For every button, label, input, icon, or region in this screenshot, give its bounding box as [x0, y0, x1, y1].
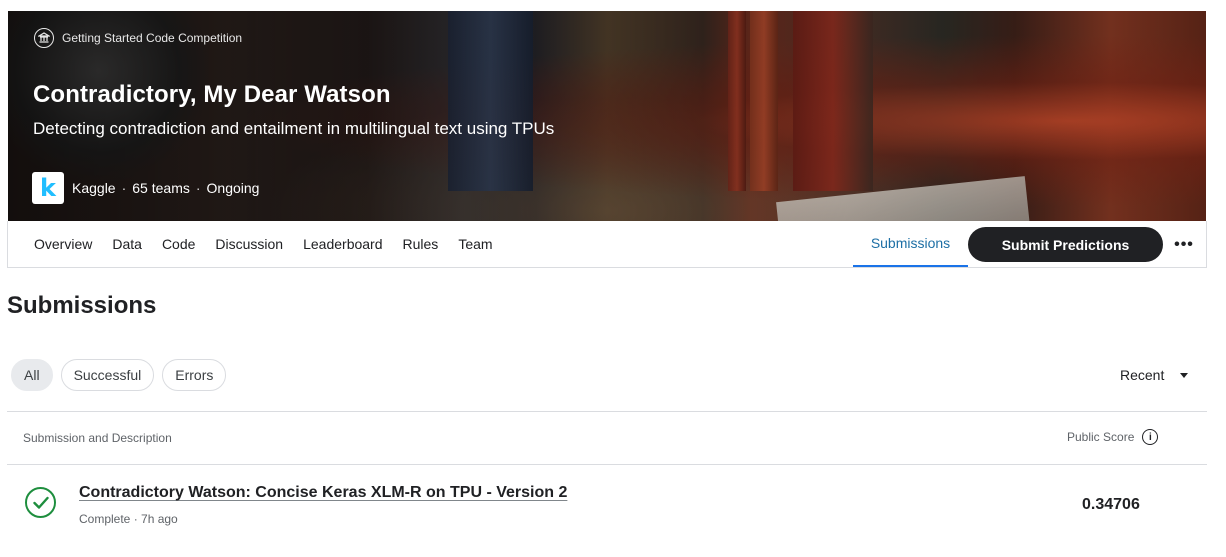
page-title: Submissions — [7, 292, 157, 319]
divider — [7, 464, 1207, 465]
tab-rules[interactable]: Rules — [403, 236, 439, 252]
info-icon[interactable]: i — [1142, 429, 1159, 445]
host-info: k Kaggle · 65 teams · Ongoing — [32, 172, 259, 204]
submission-meta: Complete · 7h ago — [79, 512, 178, 526]
column-header-submission: Submission and Description — [23, 431, 172, 445]
competition-title: Contradictory, My Dear Watson — [33, 81, 391, 108]
filter-successful[interactable]: Successful — [60, 359, 155, 391]
competition-header: Getting Started Code Competition Contrad… — [8, 11, 1206, 221]
column-header-score: Public Score i — [1067, 429, 1159, 445]
status-filters: All Successful Errors — [11, 359, 227, 391]
column-header-score-label: Public Score — [1067, 430, 1135, 444]
institution-icon — [34, 28, 54, 48]
sort-label: Recent — [1120, 367, 1165, 383]
competition-nav: Overview Data Code Discussion Leaderboar… — [7, 221, 1207, 268]
team-count: 65 teams — [132, 180, 190, 196]
sort-dropdown[interactable]: Recent — [1120, 367, 1189, 383]
submission-title-link[interactable]: Contradictory Watson: Concise Keras XLM-… — [79, 484, 567, 502]
tab-leaderboard[interactable]: Leaderboard — [303, 236, 382, 252]
tab-team[interactable]: Team — [458, 236, 492, 252]
separator-dot: · — [121, 180, 127, 196]
competition-subtitle: Detecting contradiction and entailment i… — [33, 119, 555, 138]
tab-data[interactable]: Data — [112, 236, 142, 252]
check-circle-icon — [25, 487, 56, 518]
submit-predictions-button[interactable]: Submit Predictions — [968, 227, 1163, 262]
tab-submissions[interactable]: Submissions — [853, 221, 968, 267]
competition-status: Ongoing — [206, 180, 260, 196]
competition-type-label: Getting Started Code Competition — [62, 31, 243, 45]
tab-overview[interactable]: Overview — [34, 236, 92, 252]
divider — [7, 411, 1207, 412]
kaggle-logo[interactable]: k — [32, 172, 64, 204]
host-name[interactable]: Kaggle — [72, 180, 116, 196]
caret-down-icon — [1180, 372, 1189, 378]
filter-all[interactable]: All — [11, 359, 53, 391]
tab-code[interactable]: Code — [162, 236, 195, 252]
more-options-icon[interactable]: ••• — [1172, 233, 1196, 257]
separator-dot: · — [195, 180, 201, 196]
competition-type: Getting Started Code Competition — [34, 28, 242, 48]
filter-errors[interactable]: Errors — [162, 359, 227, 391]
nav-tabs: Overview Data Code Discussion Leaderboar… — [34, 221, 493, 267]
tab-discussion[interactable]: Discussion — [215, 236, 283, 252]
public-score: 0.34706 — [1082, 496, 1140, 513]
